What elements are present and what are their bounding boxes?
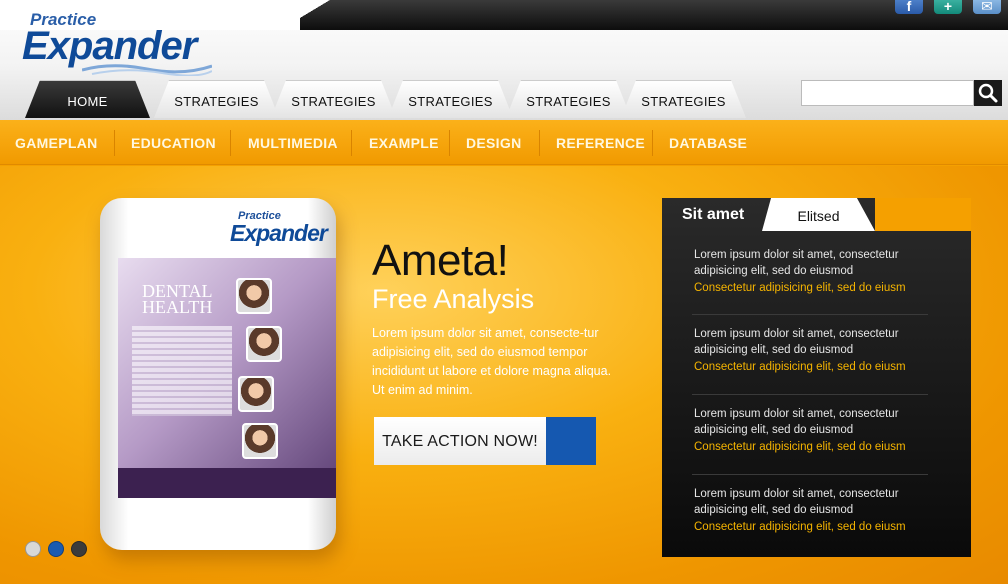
cta-arrow-block bbox=[546, 417, 596, 465]
panel-tab-elitsed[interactable]: Elitsed bbox=[762, 198, 875, 231]
top-bar-corner bbox=[280, 0, 330, 30]
panel-divider bbox=[692, 394, 928, 395]
nav-divider bbox=[449, 130, 450, 156]
site-header: f + ✉ Practice Expander HOME STRATEGIES … bbox=[0, 0, 1008, 120]
take-action-label: TAKE ACTION NOW! bbox=[374, 417, 546, 465]
panel-item-link[interactable]: Consectetur adipisicing elit, sed do eiu… bbox=[694, 279, 934, 297]
take-action-button[interactable]: TAKE ACTION NOW! bbox=[374, 417, 596, 465]
nav-example[interactable]: EXAMPLE bbox=[369, 120, 439, 165]
facebook-icon[interactable]: f bbox=[895, 0, 923, 14]
panel-item-link[interactable]: Consectetur adipisicing elit, sed do eiu… bbox=[694, 518, 934, 536]
product-photo bbox=[238, 376, 274, 412]
nav-divider bbox=[230, 130, 231, 156]
share-plus-icon[interactable]: + bbox=[934, 0, 962, 14]
hero-subheadline: Free Analysis bbox=[372, 284, 535, 314]
panel-item-link[interactable]: Consectetur adipisicing elit, sed do eiu… bbox=[694, 358, 934, 376]
tab-strategies-1[interactable]: STRATEGIES bbox=[154, 80, 279, 118]
panel-item: Lorem ipsum dolor sit amet, consectetur … bbox=[694, 486, 934, 536]
product-box-image: Practice Expander DENTAL HEALTH bbox=[100, 198, 336, 550]
panel-item-link[interactable]: Consectetur adipisicing elit, sed do eiu… bbox=[694, 438, 934, 456]
site-logo[interactable]: Practice Expander bbox=[22, 8, 212, 76]
product-screen-text bbox=[132, 326, 232, 416]
nav-design[interactable]: DESIGN bbox=[466, 120, 521, 165]
tab-home[interactable]: HOME bbox=[25, 80, 150, 118]
hero-headline: Ameta! bbox=[372, 236, 509, 285]
nav-database[interactable]: DATABASE bbox=[669, 120, 747, 165]
panel-tab-sit-amet[interactable]: Sit amet bbox=[662, 198, 774, 231]
secondary-nav: GAMEPLAN EDUCATION MULTIMEDIA EXAMPLE DE… bbox=[0, 120, 1008, 165]
product-screen-footer bbox=[118, 468, 336, 498]
product-logo-expander: Expander bbox=[230, 220, 328, 246]
search-box bbox=[801, 80, 1002, 106]
search-input[interactable] bbox=[801, 80, 974, 106]
nav-education[interactable]: EDUCATION bbox=[131, 120, 216, 165]
tab-strategies-2[interactable]: STRATEGIES bbox=[271, 80, 396, 118]
search-icon bbox=[978, 83, 998, 103]
hero-lead-text: Lorem ipsum dolor sit amet, consecte-tur… bbox=[372, 326, 612, 397]
product-screen: DENTAL HEALTH bbox=[118, 258, 336, 498]
panel-item: Lorem ipsum dolor sit amet, consectetur … bbox=[694, 406, 934, 456]
nav-multimedia[interactable]: MULTIMEDIA bbox=[248, 120, 338, 165]
tab-strategies-5[interactable]: STRATEGIES bbox=[621, 80, 746, 118]
nav-divider bbox=[539, 130, 540, 156]
tab-strategies-4[interactable]: STRATEGIES bbox=[506, 80, 631, 118]
panel-item-text: Lorem ipsum dolor sit amet, consectetur … bbox=[694, 408, 899, 436]
tab-strategies-3[interactable]: STRATEGIES bbox=[388, 80, 513, 118]
product-screen-title: DENTAL HEALTH bbox=[142, 282, 213, 317]
panel-divider bbox=[692, 474, 928, 475]
panel-item: Lorem ipsum dolor sit amet, consectetur … bbox=[694, 247, 934, 297]
product-photo bbox=[246, 326, 282, 362]
panel-item-text: Lorem ipsum dolor sit amet, consectetur … bbox=[694, 488, 899, 516]
product-photo bbox=[242, 423, 278, 459]
panel-item-text: Lorem ipsum dolor sit amet, consectetur … bbox=[694, 328, 899, 356]
mail-icon[interactable]: ✉ bbox=[973, 0, 1001, 14]
logo-swoosh-icon bbox=[82, 64, 212, 76]
slider-dot-1[interactable] bbox=[25, 541, 41, 557]
panel-item: Lorem ipsum dolor sit amet, consectetur … bbox=[694, 326, 934, 376]
nav-gameplan[interactable]: GAMEPLAN bbox=[15, 120, 98, 165]
nav-divider bbox=[114, 130, 115, 156]
slider-dot-3[interactable] bbox=[71, 541, 87, 557]
panel-divider bbox=[692, 314, 928, 315]
panel-top-gap bbox=[875, 198, 971, 231]
slider-dot-2[interactable] bbox=[48, 541, 64, 557]
nav-reference[interactable]: REFERENCE bbox=[556, 120, 645, 165]
panel-item-text: Lorem ipsum dolor sit amet, consectetur … bbox=[694, 249, 899, 277]
search-button[interactable] bbox=[974, 80, 1002, 106]
product-screen-title-line2: HEALTH bbox=[142, 297, 213, 317]
product-photo bbox=[236, 278, 272, 314]
nav-divider bbox=[351, 130, 352, 156]
tabbed-panel: Sit amet Elitsed Lorem ipsum dolor sit a… bbox=[662, 198, 971, 557]
nav-divider bbox=[652, 130, 653, 156]
